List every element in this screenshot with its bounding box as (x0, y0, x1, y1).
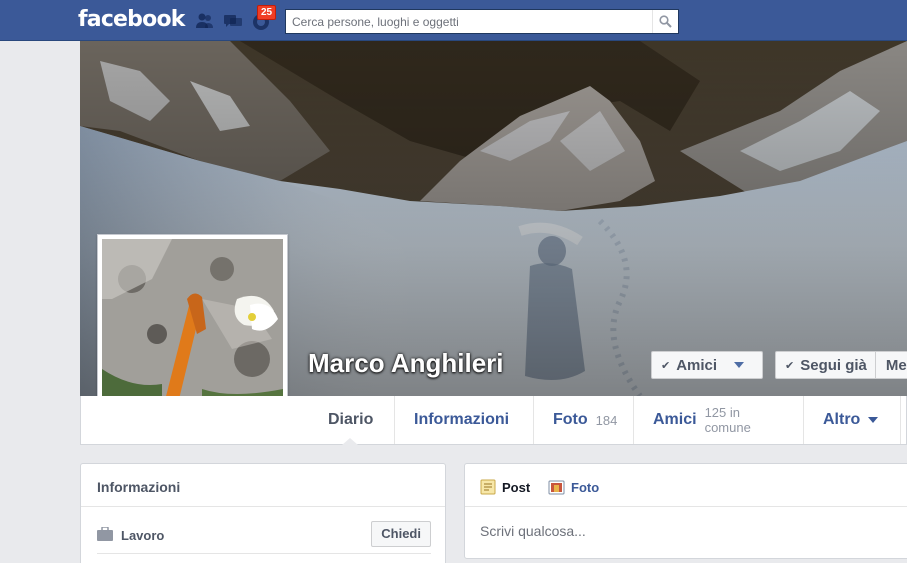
briefcase-icon (97, 527, 113, 541)
check-icon: ✔ (785, 359, 795, 372)
tab-informazioni[interactable]: Informazioni (395, 396, 534, 444)
info-card-title: Informazioni (97, 479, 181, 495)
notification-count-badge: 25 (257, 5, 277, 20)
photo-tab-label: Foto (571, 479, 600, 495)
search-button[interactable] (652, 10, 678, 33)
following-button-label: Segui già (800, 356, 867, 374)
friends-button-label: Amici (676, 356, 718, 374)
facebook-logo[interactable]: facebook (78, 7, 185, 32)
button-divider (874, 351, 876, 379)
top-bar: facebook 25 (0, 0, 907, 41)
post-tab-label: Post (502, 479, 531, 495)
friend-requests-icon[interactable] (194, 11, 214, 31)
following-button[interactable]: ✔ Segui già Me (775, 351, 907, 379)
divider (97, 553, 431, 554)
tab-count: 125 in comune (704, 405, 751, 435)
post-composer: Post Foto Scrivi qualcosa... (464, 463, 907, 559)
divider (465, 506, 907, 507)
tab-label: Amici (653, 411, 697, 428)
composer-input[interactable]: Scrivi qualcosa... (480, 523, 586, 539)
post-tab[interactable]: Post (480, 479, 530, 495)
info-card: Informazioni Lavoro Chiedi (80, 463, 446, 563)
tab-amici[interactable]: Amici 125 in comune (634, 396, 804, 444)
friends-button[interactable]: ✔ Amici (651, 351, 763, 379)
tab-label: Altro (823, 411, 861, 428)
ask-button[interactable]: Chiedi (371, 521, 431, 547)
work-label: Lavoro (121, 528, 165, 543)
status-icon (480, 479, 496, 495)
chevron-down-icon (734, 362, 745, 368)
tab-label: Diario (328, 411, 374, 428)
active-tab-indicator (342, 438, 358, 445)
profile-name[interactable]: Marco Anghileri (308, 348, 504, 379)
tab-count: 184 (595, 412, 618, 428)
check-icon: ✔ (661, 359, 671, 372)
search-icon (659, 15, 672, 28)
search-box (285, 9, 679, 34)
search-input[interactable] (286, 10, 646, 33)
divider (81, 506, 445, 507)
work-row: Lavoro Chiedi (97, 521, 431, 553)
timeline-nav: Diario Informazioni Foto 184 Amici 125 i… (80, 396, 907, 445)
tab-label: Informazioni (414, 411, 510, 428)
message-button-label[interactable]: Me (886, 357, 907, 374)
photo-tab[interactable]: Foto (548, 479, 599, 495)
tab-altro[interactable]: Altro (804, 396, 901, 444)
photo-icon (548, 480, 565, 495)
messages-icon[interactable] (223, 11, 243, 31)
tab-diario[interactable]: Diario (309, 396, 395, 444)
tab-label: Foto (553, 411, 588, 428)
tab-foto[interactable]: Foto 184 (534, 396, 634, 444)
chevron-down-icon (868, 417, 879, 423)
